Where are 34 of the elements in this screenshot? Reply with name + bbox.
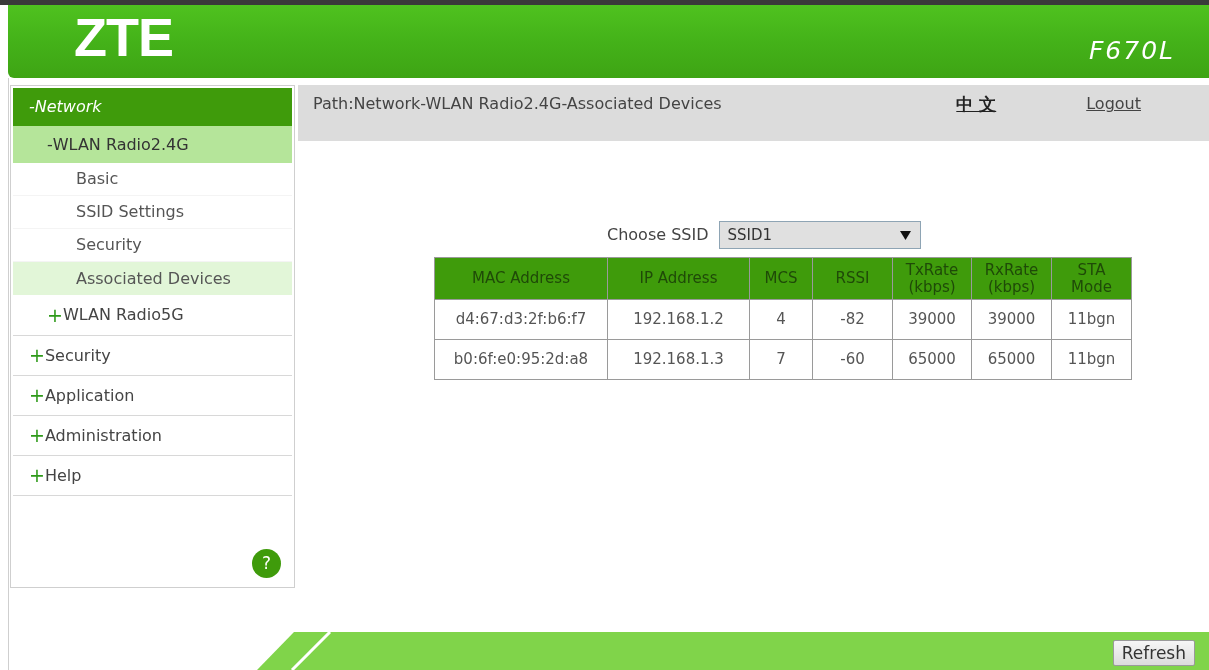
ssid-label: Choose SSID xyxy=(607,224,709,246)
breadcrumb-path: Path:Network-WLAN Radio2.4G-Associated Devices xyxy=(313,93,722,115)
logout-link[interactable]: Logout xyxy=(1086,92,1141,116)
brand-logo: ZTE xyxy=(74,9,173,64)
table-cell: b0:6f:e0:95:2d:a8 xyxy=(434,339,608,380)
table-cell: -60 xyxy=(812,339,893,380)
column-header: MAC Address xyxy=(434,257,608,300)
table-cell: 192.168.1.2 xyxy=(607,299,750,340)
table-cell: 39000 xyxy=(892,299,972,340)
table-cell: d4:67:d3:2f:b6:f7 xyxy=(434,299,608,340)
column-header: STA Mode xyxy=(1051,257,1132,300)
column-header: RxRate (kbps) xyxy=(971,257,1052,300)
table-cell: 65000 xyxy=(892,339,972,380)
refresh-button[interactable]: Refresh xyxy=(1112,640,1195,666)
ssid-select[interactable]: SSID1 xyxy=(718,221,921,249)
sidebar-item[interactable]: -WLAN Radio2.4G xyxy=(13,126,292,163)
language-link[interactable]: 中 文 xyxy=(956,92,997,118)
table-cell: 192.168.1.3 xyxy=(607,339,750,380)
sidebar-item[interactable]: Associated Devices xyxy=(13,262,292,295)
table-cell: -82 xyxy=(812,299,893,340)
caret-icon xyxy=(899,230,911,240)
table-cell: 65000 xyxy=(971,339,1052,380)
model-name: F670L xyxy=(1088,38,1175,63)
table-cell: 7 xyxy=(749,339,813,380)
table-cell: 11bgn xyxy=(1051,299,1132,340)
sidebar-item[interactable]: -Network xyxy=(13,88,292,126)
table-cell: 39000 xyxy=(971,299,1052,340)
column-header: MCS xyxy=(749,257,813,300)
column-header: TxRate (kbps) xyxy=(892,257,972,300)
table-cell: 4 xyxy=(749,299,813,340)
column-header: IP Address xyxy=(607,257,750,300)
table-cell: 11bgn xyxy=(1051,339,1132,380)
help-button[interactable]: ? xyxy=(252,549,281,578)
column-header: RSSI xyxy=(812,257,893,300)
